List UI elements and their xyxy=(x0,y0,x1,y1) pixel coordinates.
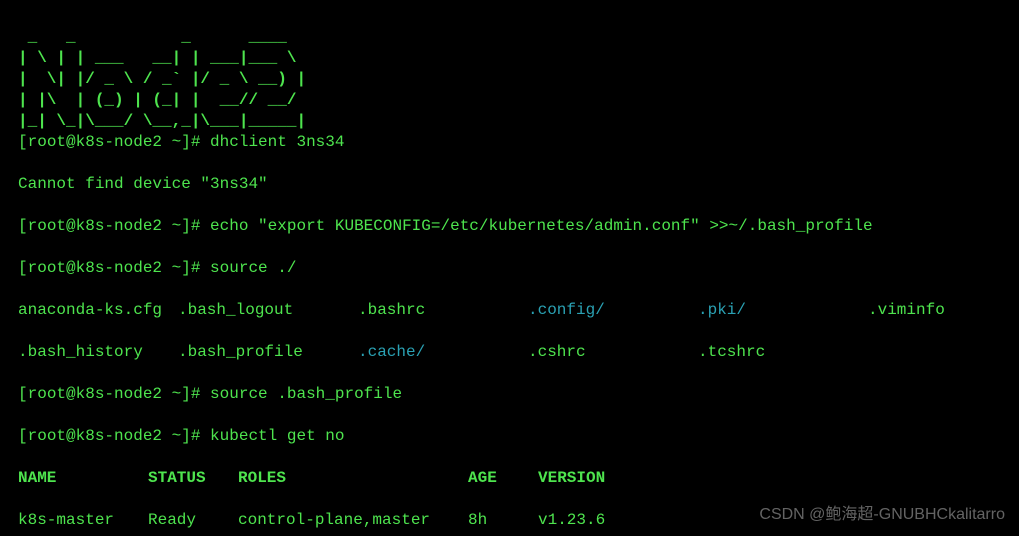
prompt-close: ]# xyxy=(181,133,200,151)
command-input[interactable]: kubectl get no xyxy=(210,427,344,445)
prompt-userhost: root@k8s-node2 xyxy=(28,427,162,445)
dir-item: .cache/ xyxy=(358,342,528,363)
prompt-open: [ xyxy=(18,217,28,235)
prompt-path: ~ xyxy=(162,385,181,403)
ascii-art-line: | |\ | (_) | (_| | __// __/ xyxy=(18,91,296,109)
cell-age: 8h xyxy=(468,510,538,531)
command-input[interactable]: dhclient 3ns34 xyxy=(210,133,344,151)
dir-item: .pki/ xyxy=(698,300,868,321)
cell-status: Ready xyxy=(148,510,238,531)
file-item: .tcshrc xyxy=(698,342,765,363)
prompt-userhost: root@k8s-node2 xyxy=(28,259,162,277)
file-item: .bash_history xyxy=(18,342,178,363)
table-row: k8s-masterReadycontrol-plane,master8hv1.… xyxy=(18,510,1011,531)
col-header-roles: ROLES xyxy=(238,468,468,489)
prompt-close: ]# xyxy=(181,385,200,403)
command-input[interactable]: source ./ xyxy=(210,259,296,277)
prompt-open: [ xyxy=(18,259,28,277)
prompt-userhost: root@k8s-node2 xyxy=(28,133,162,151)
command-input[interactable]: source .bash_profile xyxy=(210,385,402,403)
prompt-userhost: root@k8s-node2 xyxy=(28,217,162,235)
prompt-path: ~ xyxy=(162,133,181,151)
prompt-open: [ xyxy=(18,427,28,445)
ascii-art-line: |_| \_|\___/ \__,_|\___|_____| xyxy=(18,112,306,130)
col-header-age: AGE xyxy=(468,468,538,489)
prompt-close: ]# xyxy=(181,217,200,235)
file-item: .bash_profile xyxy=(178,342,358,363)
col-header-name: NAME xyxy=(18,468,148,489)
file-item: .cshrc xyxy=(528,342,698,363)
prompt-userhost: root@k8s-node2 xyxy=(28,385,162,403)
dir-item: .config/ xyxy=(528,300,698,321)
prompt-path: ~ xyxy=(162,259,181,277)
prompt-open: [ xyxy=(18,385,28,403)
cell-name: k8s-master xyxy=(18,510,148,531)
prompt-path: ~ xyxy=(162,217,181,235)
output-error: Cannot find device "3ns34" xyxy=(18,174,1011,195)
prompt-close: ]# xyxy=(181,259,200,277)
file-item: .viminfo xyxy=(868,300,945,321)
prompt-close: ]# xyxy=(181,427,200,445)
prompt-path: ~ xyxy=(162,427,181,445)
cell-version: v1.23.6 xyxy=(538,510,605,531)
file-item: .bash_logout xyxy=(178,300,358,321)
ascii-art-line: | \| |/ _ \ / _` |/ _ \ __) | xyxy=(18,70,306,88)
prompt-open: [ xyxy=(18,133,28,151)
ascii-art-line: _ _ _ ____ xyxy=(18,28,287,46)
col-header-status: STATUS xyxy=(148,468,238,489)
file-item: anaconda-ks.cfg xyxy=(18,300,178,321)
file-item: .bashrc xyxy=(358,300,528,321)
command-input[interactable]: echo "export KUBECONFIG=/etc/kubernetes/… xyxy=(210,217,873,235)
cell-roles: control-plane,master xyxy=(238,510,468,531)
ascii-art-line: | \ | | ___ __| | ___|___ \ xyxy=(18,49,296,67)
terminal[interactable]: _ _ _ ____ | \ | | ___ __| | ___|___ \ |… xyxy=(0,0,1019,536)
col-header-version: VERSION xyxy=(538,468,605,489)
